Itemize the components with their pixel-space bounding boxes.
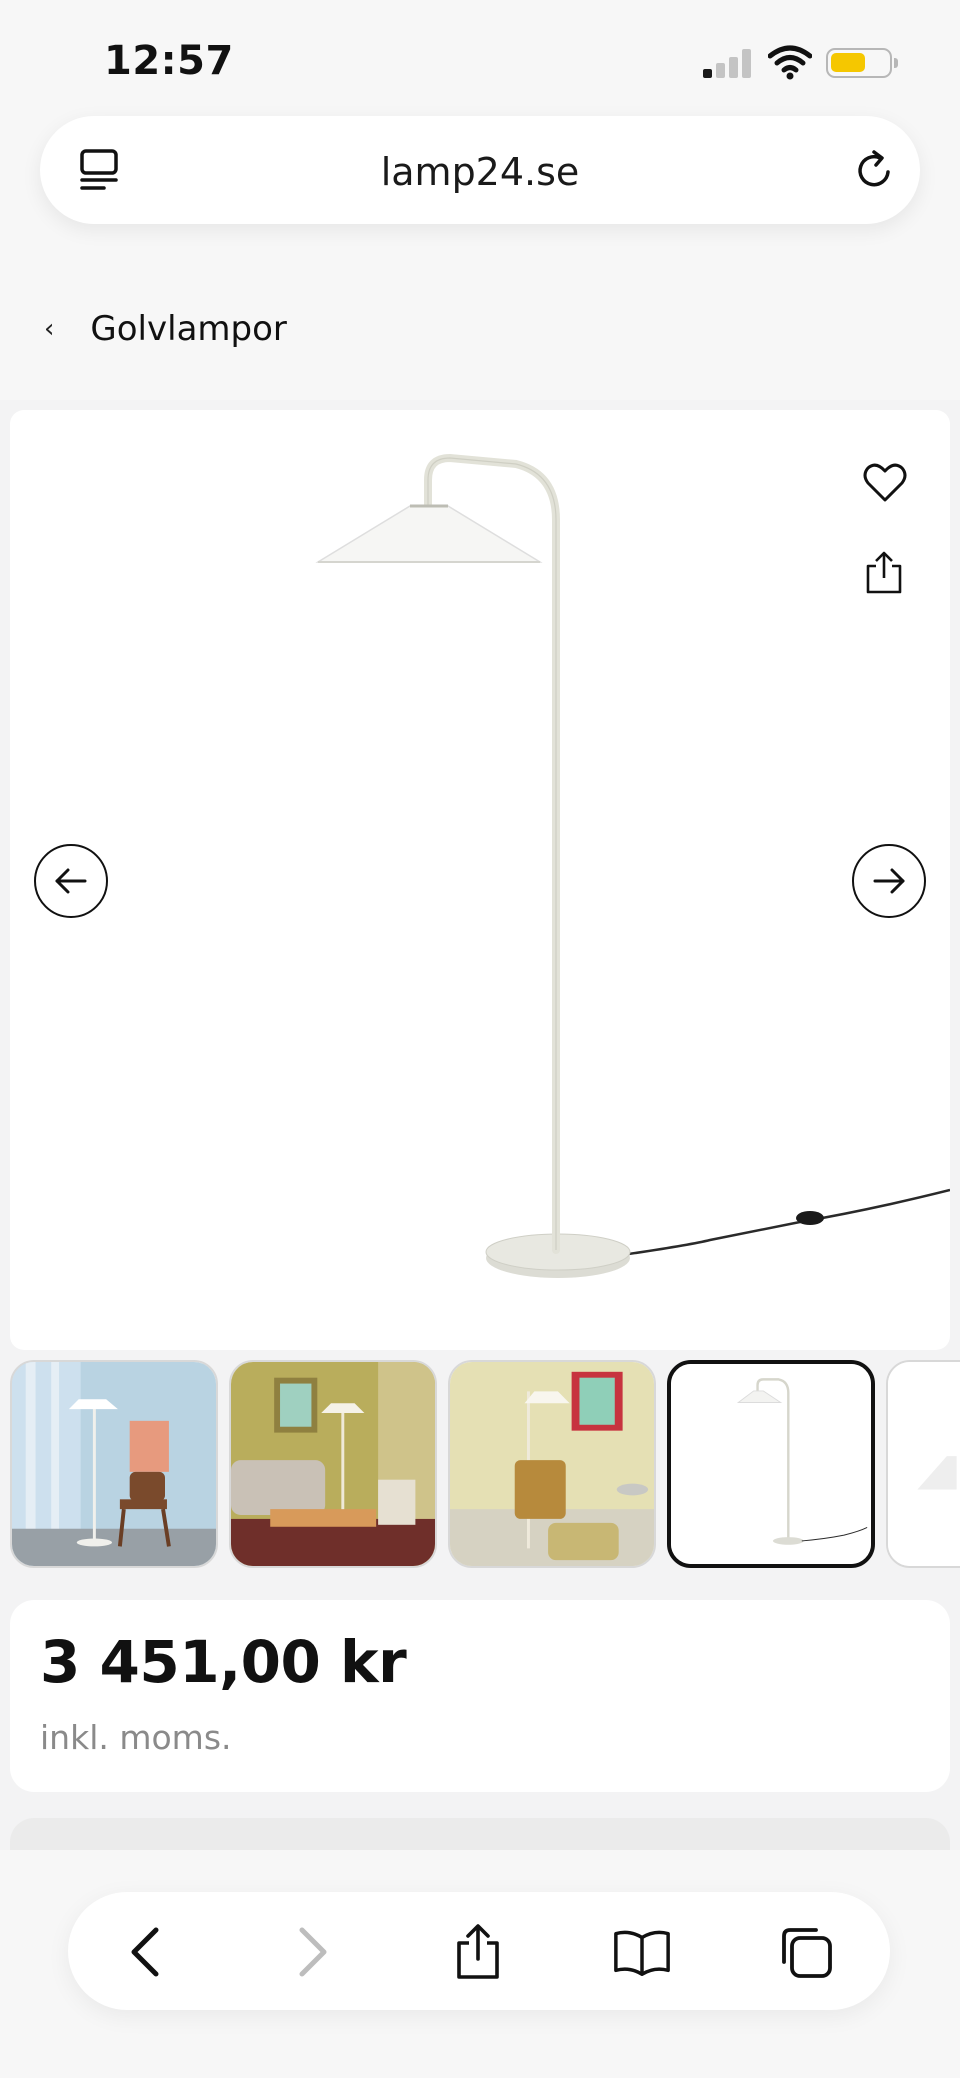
share-page-button[interactable]	[448, 1922, 508, 1982]
forward-icon	[299, 1927, 327, 1977]
breadcrumb-bar: ‹ Golvlampor	[0, 265, 960, 400]
reload-icon[interactable]	[850, 146, 898, 194]
address-bar[interactable]: lamp24.se	[40, 116, 920, 224]
url-text[interactable]: lamp24.se	[40, 150, 920, 194]
arrow-left-icon	[55, 868, 87, 894]
cellular-signal-icon	[703, 48, 751, 78]
breadcrumb[interactable]: ‹ Golvlampor	[44, 309, 287, 349]
wifi-icon	[768, 45, 812, 80]
vat-note: inkl. moms.	[40, 1718, 232, 1757]
battery-icon	[826, 48, 898, 78]
tabs-button[interactable]	[776, 1922, 836, 1982]
product-gallery	[10, 410, 950, 1350]
status-time: 12:57	[104, 38, 234, 84]
bookmarks-icon	[614, 1930, 670, 1976]
product-price: 3 451,00 kr	[40, 1628, 407, 1696]
thumbnail-strip	[10, 1360, 960, 1570]
bookmarks-button[interactable]	[612, 1922, 672, 1982]
heart-icon[interactable]	[860, 458, 910, 508]
forward-button[interactable]	[282, 1922, 342, 1982]
next-image-button[interactable]	[852, 844, 926, 918]
thumbnail-2[interactable]	[229, 1360, 437, 1568]
previous-image-button[interactable]	[34, 844, 108, 918]
status-bar: 12:57	[0, 0, 960, 110]
thumbnail-5[interactable]	[886, 1360, 960, 1568]
share-icon[interactable]	[862, 550, 906, 596]
breadcrumb-label[interactable]: Golvlampor	[90, 309, 286, 349]
thumbnail-4-selected[interactable]	[667, 1360, 875, 1568]
browser-address-area: lamp24.se	[0, 110, 960, 265]
price-card: 3 451,00 kr inkl. moms.	[10, 1600, 950, 1792]
product-image[interactable]	[10, 410, 950, 1350]
arrow-right-icon	[873, 868, 905, 894]
browser-toolbar	[68, 1892, 890, 2010]
tabs-icon	[782, 1928, 832, 1978]
thumbnail-1[interactable]	[10, 1360, 218, 1568]
back-icon	[131, 1927, 159, 1977]
chevron-left-icon[interactable]: ‹	[44, 314, 54, 344]
share-icon	[457, 1924, 499, 1979]
thumbnail-3[interactable]	[448, 1360, 656, 1568]
browser-toolbar-area	[0, 1850, 960, 2078]
back-button[interactable]	[116, 1922, 176, 1982]
